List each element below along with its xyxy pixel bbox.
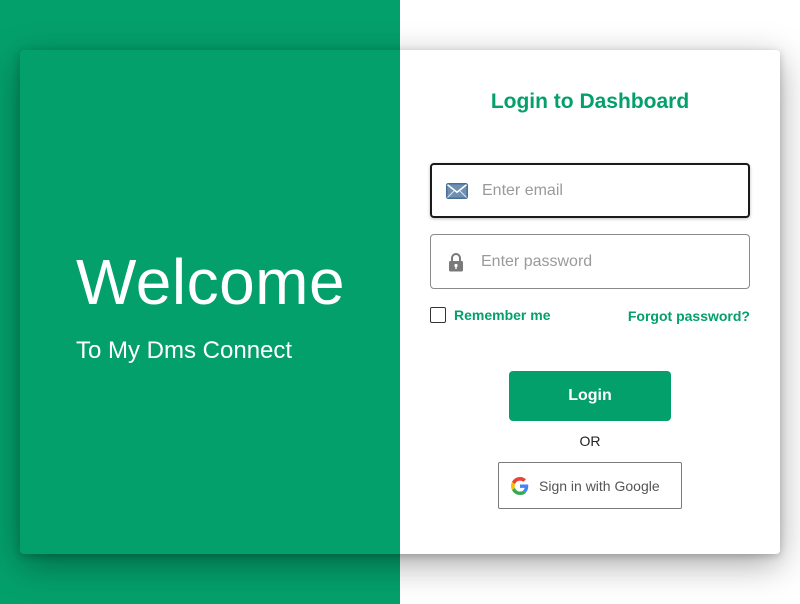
welcome-subtitle: To My Dms Connect — [76, 337, 293, 364]
or-separator: OR — [579, 433, 601, 449]
remember-checkbox[interactable] — [430, 307, 446, 323]
welcome-panel: Welcome To My Dms Connect — [20, 50, 400, 554]
login-panel: Login to Dashboard Enter email Remember … — [400, 50, 780, 554]
lock-icon — [431, 252, 481, 272]
remember-me[interactable]: Remember me — [430, 307, 551, 323]
password-field[interactable] — [430, 234, 750, 289]
welcome-title: Welcome — [76, 246, 346, 318]
forgot-password-link[interactable]: Forgot password? — [628, 308, 750, 324]
google-icon — [511, 476, 529, 495]
login-button[interactable]: Login — [509, 371, 671, 421]
password-input[interactable] — [481, 235, 731, 288]
email-input[interactable] — [482, 165, 732, 216]
login-title: Login to Dashboard — [490, 90, 690, 113]
login-card: Welcome To My Dms Connect Login to Dashb… — [20, 50, 780, 554]
envelope-icon — [432, 182, 482, 199]
remember-label: Remember me — [454, 307, 551, 323]
email-field[interactable] — [430, 163, 750, 218]
google-signin-label: Sign in with Google — [539, 477, 660, 494]
google-signin-button[interactable]: Sign in with Google — [498, 462, 682, 509]
